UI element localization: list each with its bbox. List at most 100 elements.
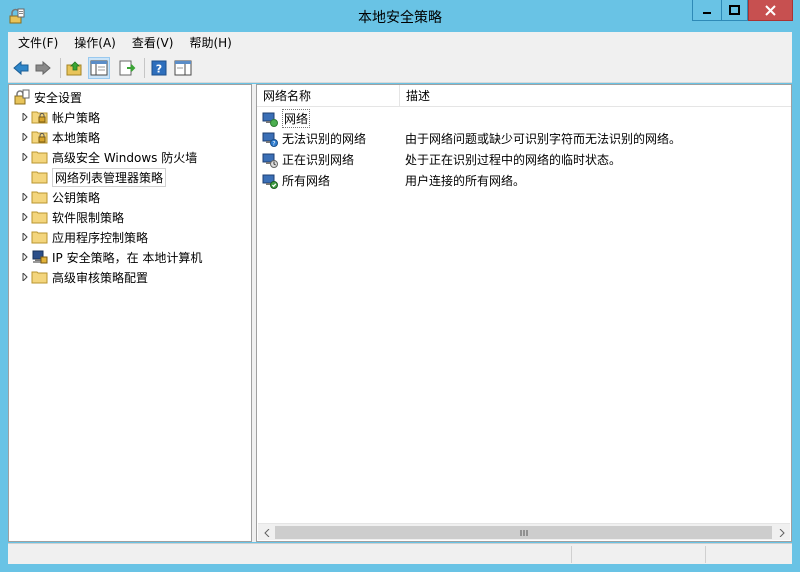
scroll-left-icon <box>263 528 269 537</box>
menu-action[interactable]: 操作(A) <box>66 34 124 51</box>
expand-arrow-icon[interactable] <box>19 187 31 207</box>
list-row[interactable]: 正在识别网络 处于正在识别过程中的网络的临时状态。 <box>261 149 621 170</box>
toolbar-separator <box>60 58 61 78</box>
tree-item-label: IP 安全策略，在 本地计算机 <box>52 250 203 265</box>
list-row-name: 无法识别的网络 <box>282 132 367 146</box>
tree-item-application-control-policies[interactable]: 应用程序控制策略 <box>19 227 148 247</box>
expand-arrow-icon[interactable] <box>19 107 31 127</box>
expand-arrow-icon[interactable] <box>19 227 31 247</box>
folder-icon <box>31 148 49 166</box>
up-one-level-button[interactable] <box>64 57 86 79</box>
tree-item-label: 公钥策略 <box>52 190 101 205</box>
scroll-left-button[interactable] <box>258 524 275 541</box>
list-row-name: 网络 <box>282 109 311 128</box>
up-folder-icon <box>66 61 82 76</box>
status-bar <box>8 543 792 564</box>
tree-item-label: 高级审核策略配置 <box>52 270 149 285</box>
tree-item-label: 应用程序控制策略 <box>52 230 149 245</box>
list-row[interactable]: 所有网络 用户连接的所有网络。 <box>261 170 525 191</box>
expand-arrow-icon[interactable] <box>19 147 31 167</box>
content-area: 安全设置 帐户策略 本地策略 高级安全 Windows 防火墙 网络列表管理器策… <box>8 84 792 542</box>
show-hide-action-pane-button[interactable] <box>172 57 194 79</box>
tree-item-label: 软件限制策略 <box>52 210 125 225</box>
export-list-icon <box>119 60 136 76</box>
column-header-description[interactable]: 描述 <box>400 85 791 107</box>
maximize-icon <box>729 5 740 15</box>
status-section <box>705 546 792 563</box>
svg-text:?: ? <box>156 63 162 76</box>
horizontal-scrollbar[interactable] <box>258 523 790 540</box>
menu-view[interactable]: 查看(V) <box>124 34 182 51</box>
folder-lock-icon <box>31 128 49 146</box>
close-icon <box>765 4 776 16</box>
action-pane-icon <box>174 60 192 76</box>
tree-item-software-restriction-policies[interactable]: 软件限制策略 <box>19 207 124 227</box>
folder-icon <box>31 188 49 206</box>
tree-item-label-selected: 网络列表管理器策略 <box>52 167 167 187</box>
folder-icon <box>31 168 49 186</box>
tree-item-label: 本地策略 <box>52 130 101 145</box>
forward-button[interactable] <box>32 57 54 79</box>
show-hide-console-tree-button[interactable] <box>88 57 110 79</box>
scroll-right-icon <box>779 528 785 537</box>
tree-item-account-policies[interactable]: 帐户策略 <box>19 107 100 127</box>
tree-item-ip-security-policies[interactable]: IP 安全策略，在 本地计算机 <box>19 247 202 267</box>
help-icon: ? <box>151 60 167 76</box>
folder-icon <box>31 228 49 246</box>
grip-icon <box>520 529 527 536</box>
expand-arrow-icon[interactable] <box>19 247 31 267</box>
identifying-network-icon <box>261 151 279 169</box>
status-section <box>571 546 705 563</box>
help-button[interactable]: ? <box>148 57 170 79</box>
menu-help[interactable]: 帮助(H) <box>181 34 239 51</box>
expand-arrow-icon[interactable] <box>19 127 31 147</box>
scrollbar-thumb[interactable] <box>275 526 772 539</box>
folder-icon <box>31 208 49 226</box>
column-header-network-name[interactable]: 网络名称 <box>257 85 400 107</box>
scroll-right-button[interactable] <box>773 524 790 541</box>
app-window: 本地安全策略 文件(F) 操作(A) 查看(V) 帮助(H) ? 安全设置 帐户… <box>0 0 800 572</box>
tree-item-advanced-audit-policy[interactable]: 高级审核策略配置 <box>19 267 148 287</box>
tree-root-security-settings[interactable]: 安全设置 <box>13 87 82 107</box>
back-button[interactable] <box>10 57 32 79</box>
forward-icon <box>35 60 51 76</box>
security-settings-icon <box>13 88 31 106</box>
menu-bar: 文件(F) 操作(A) 查看(V) 帮助(H) <box>8 32 792 53</box>
tree-item-local-policies[interactable]: 本地策略 <box>19 127 100 147</box>
tree-item-public-key-policies[interactable]: 公钥策略 <box>19 187 100 207</box>
maximize-button[interactable] <box>721 0 748 21</box>
details-list[interactable]: 网络名称 描述 网络 ? 无法识别的网络 由于网络问题或缺少可识别字符而无法识别… <box>256 84 792 542</box>
tree-item-windows-firewall[interactable]: 高级安全 Windows 防火墙 <box>19 147 197 167</box>
folder-lock-icon <box>31 108 49 126</box>
expand-arrow-icon[interactable] <box>19 207 31 227</box>
toolbar-separator <box>144 58 145 78</box>
list-row[interactable]: 网络 <box>261 108 401 129</box>
all-networks-icon <box>261 172 279 190</box>
ip-security-icon <box>31 248 49 266</box>
back-icon <box>13 60 29 76</box>
list-row-description: 用户连接的所有网络。 <box>405 174 526 188</box>
tree-item-label: 高级安全 Windows 防火墙 <box>52 150 198 165</box>
console-tree[interactable]: 安全设置 帐户策略 本地策略 高级安全 Windows 防火墙 网络列表管理器策… <box>8 84 252 542</box>
title-bar[interactable]: 本地安全策略 <box>0 0 800 32</box>
minimize-icon <box>703 12 711 14</box>
list-row-description: 处于正在识别过程中的网络的临时状态。 <box>405 153 622 167</box>
window-title: 本地安全策略 <box>358 10 442 26</box>
list-row-name: 正在识别网络 <box>282 153 355 167</box>
expand-arrow-icon[interactable] <box>19 267 31 287</box>
folder-icon <box>31 268 49 286</box>
minimize-button[interactable] <box>692 0 721 21</box>
menu-file[interactable]: 文件(F) <box>10 34 66 51</box>
list-row-description: 由于网络问题或缺少可识别字符而无法识别的网络。 <box>405 132 682 146</box>
tree-item-label: 帐户策略 <box>52 110 101 125</box>
list-row[interactable]: ? 无法识别的网络 由于网络问题或缺少可识别字符而无法识别的网络。 <box>261 128 681 149</box>
list-row-name: 所有网络 <box>282 174 331 188</box>
svg-text:?: ? <box>272 140 275 147</box>
tree-item-network-list-manager-policies[interactable]: 网络列表管理器策略 <box>19 167 167 187</box>
unidentified-network-icon: ? <box>261 130 279 148</box>
network-icon <box>261 110 279 128</box>
export-list-button[interactable] <box>116 57 138 79</box>
show-hide-tree-icon <box>90 60 108 76</box>
close-button[interactable] <box>748 0 793 21</box>
tree-root-label: 安全设置 <box>34 90 83 105</box>
